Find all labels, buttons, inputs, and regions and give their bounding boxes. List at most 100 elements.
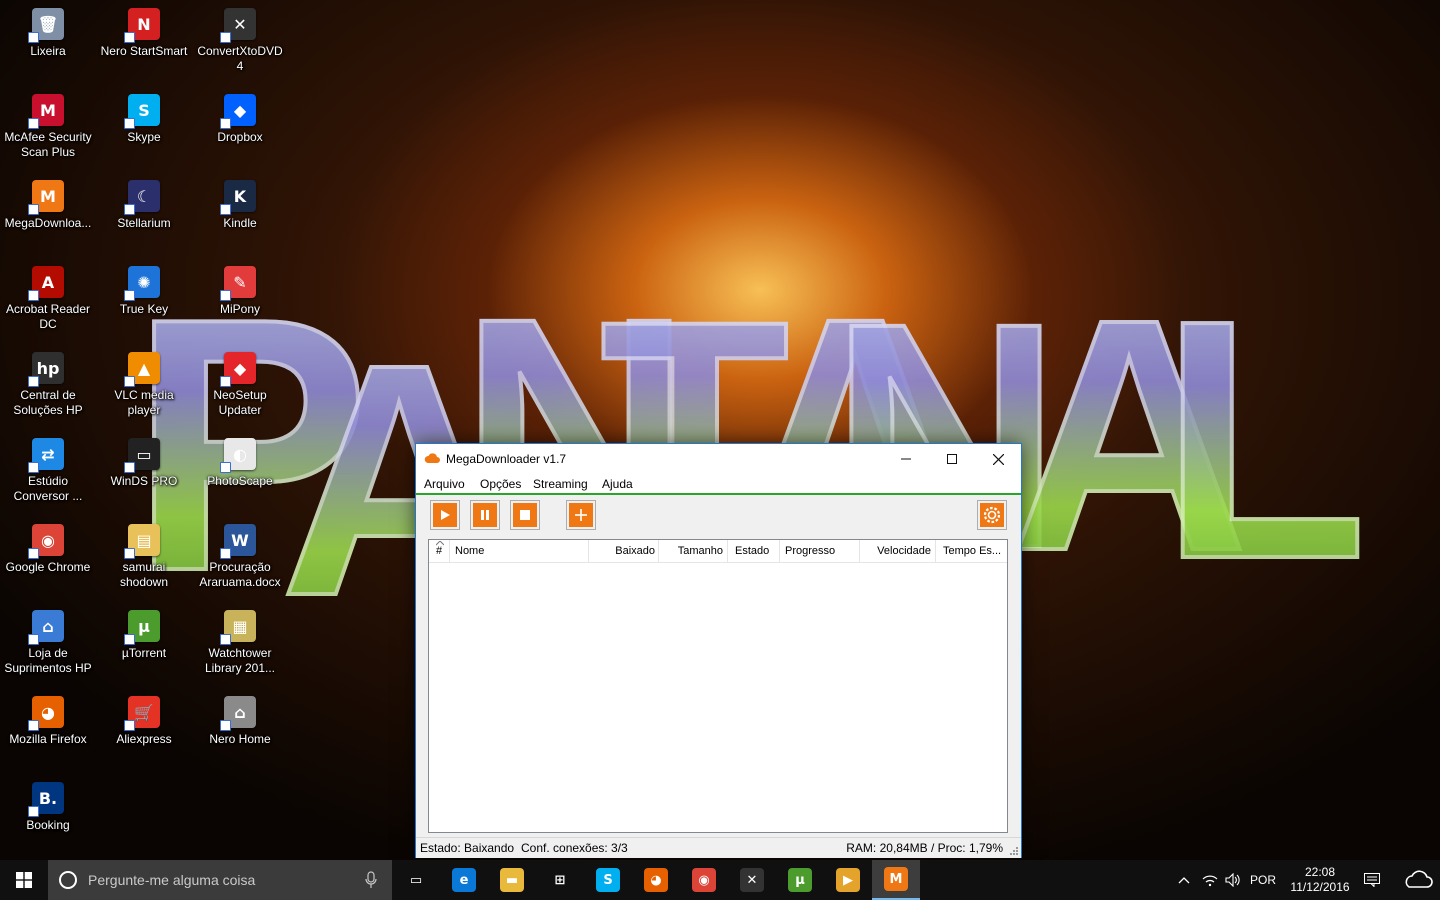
desktop-icon[interactable]: W Procuração Araruama.docx (193, 518, 287, 590)
cortana-search-box[interactable]: Pergunte-me alguma coisa (48, 860, 392, 900)
menu-opcoes[interactable]: Opções (480, 477, 521, 491)
stop-icon (513, 503, 537, 527)
desktop-icon-label: Acrobat Reader DC (5, 302, 91, 331)
menu-arquivo[interactable]: Arquivo (424, 477, 465, 491)
column-eta[interactable]: Tempo Es... (943, 545, 1003, 557)
column-divider[interactable] (779, 540, 780, 562)
close-button[interactable] (975, 444, 1021, 474)
onedrive-button[interactable] (1396, 860, 1440, 900)
maximize-button[interactable] (929, 444, 975, 474)
config-button[interactable] (977, 500, 1007, 530)
menu-streaming[interactable]: Streaming (533, 477, 588, 491)
taskbar-app-button[interactable]: ▶ (824, 860, 872, 900)
show-hidden-icons-button[interactable] (1172, 860, 1196, 900)
add-link-button[interactable] (566, 500, 596, 530)
file-explorer-icon: ▬ (500, 868, 524, 892)
desktop-icon[interactable]: N Nero StartSmart (97, 2, 191, 59)
stop-button[interactable] (510, 500, 540, 530)
taskbar-app-button[interactable]: S (584, 860, 632, 900)
desktop-icon-label: Nero StartSmart (100, 44, 188, 58)
taskbar-app-button[interactable]: ▬ (488, 860, 536, 900)
desktop-icon[interactable]: ▤ samurai shodown (97, 518, 191, 590)
column-divider[interactable] (449, 540, 450, 562)
desktop-icon-label: VLC media player (114, 388, 174, 417)
search-placeholder: Pergunte-me alguma coisa (88, 872, 256, 888)
column-divider[interactable] (727, 540, 728, 562)
taskbar-app-button[interactable]: ✕ (728, 860, 776, 900)
desktop-icon[interactable]: S Skype (97, 88, 191, 145)
taskbar-app-button[interactable]: ▭ (392, 860, 440, 900)
desktop-icon-label: Estúdio Conversor ... (13, 474, 83, 503)
column-divider[interactable] (658, 540, 659, 562)
desktop-icon[interactable]: ◆ Dropbox (193, 88, 287, 145)
cloud-icon (1405, 870, 1433, 888)
nero-home-icon: ⌂ (220, 696, 256, 731)
truekey-icon: ✺ (124, 266, 160, 301)
start-button[interactable] (0, 860, 48, 900)
column-downloaded[interactable]: Baixado (593, 545, 655, 557)
column-divider[interactable] (588, 540, 589, 562)
megadownloader-window[interactable]: MegaDownloader v1.7 Arquivo Opções Strea… (415, 443, 1022, 858)
column-state[interactable]: Estado (735, 545, 783, 557)
volume-button[interactable] (1222, 860, 1244, 900)
desktop-icon-label: Stellarium (117, 216, 171, 230)
desktop-icon[interactable]: ▭ WinDS PRO (97, 432, 191, 489)
column-divider[interactable] (859, 540, 860, 562)
taskbar-app-button[interactable]: µ (776, 860, 824, 900)
desktop-icon[interactable]: A Acrobat Reader DC (1, 260, 95, 332)
desktop-icon[interactable]: 🛒 Aliexpress (97, 690, 191, 747)
desktop-icon[interactable]: ◆ NeoSetup Updater (193, 346, 287, 418)
gear-icon (980, 503, 1004, 527)
play-icon (433, 503, 457, 527)
input-language[interactable]: POR (1246, 860, 1280, 900)
desktop-icon[interactable]: ◕ Mozilla Firefox (1, 690, 95, 747)
title-bar[interactable]: MegaDownloader v1.7 (416, 444, 1021, 474)
desktop-icon[interactable]: ⇄ Estúdio Conversor ... (1, 432, 95, 504)
desktop-icon[interactable]: M McAfee Security Scan Plus (1, 88, 95, 160)
clock[interactable]: 22:08 11/12/2016 (1282, 860, 1358, 900)
desktop-icon-label: PhotoScape (207, 474, 273, 488)
action-center-button[interactable] (1358, 860, 1386, 900)
menu-ajuda[interactable]: Ajuda (602, 477, 633, 491)
neosetup-icon: ◆ (220, 352, 256, 387)
desktop-icon[interactable]: M MegaDownloa... (1, 174, 95, 231)
start-button[interactable] (430, 500, 460, 530)
download-list[interactable]: # Nome Baixado Tamanho Estado Progresso … (428, 539, 1008, 833)
desktop-icon[interactable]: ✺ True Key (97, 260, 191, 317)
desktop-icon[interactable]: ✎ MiPony (193, 260, 287, 317)
column-size[interactable]: Tamanho (663, 545, 723, 557)
minimize-button[interactable] (883, 444, 929, 474)
desktop-icon[interactable]: 🗑 Lixeira (1, 2, 95, 59)
desktop-icon[interactable]: ▦ Watchtower Library 201... (193, 604, 287, 676)
microphone-icon[interactable] (364, 871, 378, 889)
taskbar-app-button[interactable]: e (440, 860, 488, 900)
desktop-icon[interactable]: ⌂ Loja de Suprimentos HP (1, 604, 95, 676)
pause-button[interactable] (470, 500, 500, 530)
column-speed[interactable]: Velocidade (863, 545, 931, 557)
network-button[interactable] (1198, 860, 1222, 900)
taskbar-app-button[interactable]: ◉ (680, 860, 728, 900)
task-view-icon: ▭ (404, 868, 428, 892)
column-name[interactable]: Nome (455, 545, 585, 557)
desktop-icon[interactable]: ▲ VLC media player (97, 346, 191, 418)
desktop-icon-label: Dropbox (217, 130, 263, 144)
column-number[interactable]: # (436, 545, 450, 557)
desktop-icon[interactable]: ◉ Google Chrome (1, 518, 95, 575)
desktop-icon[interactable]: ✕ ConvertXtoDVD 4 (193, 2, 287, 74)
desktop-icon[interactable]: µ µTorrent (97, 604, 191, 661)
desktop-icon[interactable]: ☾ Stellarium (97, 174, 191, 231)
desktop-icon-label: Mozilla Firefox (9, 732, 87, 746)
taskbar-app-button[interactable]: ◕ (632, 860, 680, 900)
desktop-icon-label: Booking (26, 818, 70, 832)
column-divider[interactable] (935, 540, 936, 562)
desktop-icon[interactable]: K Kindle (193, 174, 287, 231)
resize-grip-icon[interactable] (1009, 846, 1019, 856)
column-progress[interactable]: Progresso (785, 545, 855, 557)
desktop-icon[interactable]: ⌂ Nero Home (193, 690, 287, 747)
taskbar-app-button[interactable]: ⊞ (536, 860, 584, 900)
desktop-icon[interactable]: ◐ PhotoScape (193, 432, 287, 489)
desktop-icon-label: Aliexpress (116, 732, 172, 746)
desktop-icon[interactable]: hp Central de Soluções HP (1, 346, 95, 418)
desktop-icon[interactable]: B. Booking (1, 776, 95, 833)
taskbar-app-button[interactable]: M (872, 860, 920, 900)
